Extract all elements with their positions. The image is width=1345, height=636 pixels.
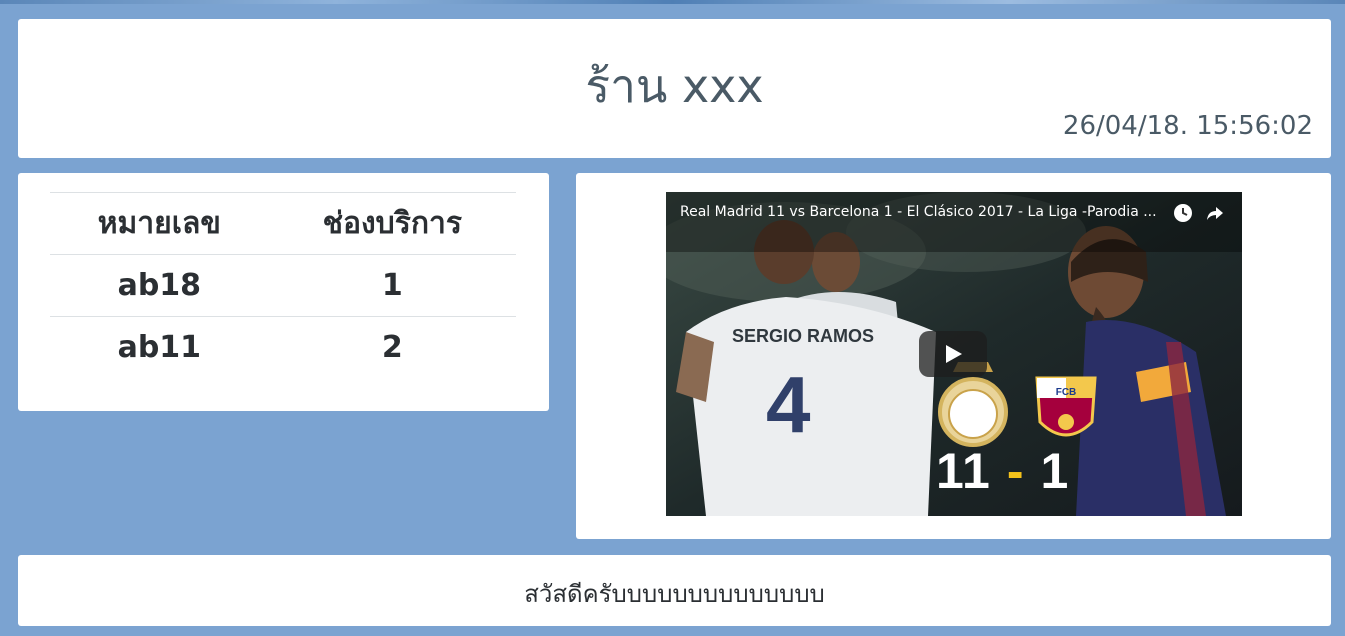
counter-cell: 1 — [268, 254, 516, 317]
table-header-row: หมายเลข ช่องบริการ — [50, 192, 516, 255]
watch-later-icon[interactable] — [1172, 202, 1194, 228]
table-row: ab11 2 — [50, 316, 516, 378]
datetime-display: 26/04/18. 15:56:02 — [1062, 111, 1313, 141]
queue-table: หมายเลข ช่องบริการ ab18 1 ab11 2 — [50, 192, 516, 378]
score-left: 11 — [936, 443, 991, 499]
column-header-number: หมายเลข — [50, 192, 269, 255]
queue-number-cell: ab11 — [50, 316, 269, 378]
score-separator: - — [1006, 443, 1025, 499]
score-right: 1 — [1040, 443, 1070, 499]
column-header-counter: ช่องบริการ — [268, 192, 516, 255]
page-title: ร้าน xxx — [585, 59, 764, 113]
share-icon[interactable] — [1204, 202, 1226, 228]
video-panel: FCB SERGIO RAMOS 4 Real Madrid 11 vs Bar… — [576, 173, 1331, 539]
video-player[interactable]: FCB SERGIO RAMOS 4 Real Madrid 11 vs Bar… — [666, 192, 1242, 516]
footer-message: สวัสดีครับบบบบบบบบบบบบบ — [524, 580, 825, 608]
score-overlay: 11-1 — [936, 442, 1069, 500]
queue-number-cell: ab18 — [50, 254, 269, 317]
svg-text:4: 4 — [766, 360, 811, 449]
play-button[interactable] — [919, 331, 987, 377]
footer-panel: สวัสดีครับบบบบบบบบบบบบบ — [18, 555, 1331, 626]
queue-panel: หมายเลข ช่องบริการ ab18 1 ab11 2 — [18, 173, 549, 411]
counter-cell: 2 — [268, 316, 516, 378]
header-panel: ร้าน xxx 26/04/18. 15:56:02 — [18, 19, 1331, 158]
video-title[interactable]: Real Madrid 11 vs Barcelona 1 - El Clási… — [680, 204, 1170, 220]
play-icon — [946, 345, 962, 363]
table-row: ab18 1 — [50, 254, 516, 317]
svg-text:SERGIO RAMOS: SERGIO RAMOS — [732, 326, 874, 346]
top-decorative-strip — [0, 0, 1345, 4]
svg-text:FCB: FCB — [1056, 387, 1077, 398]
